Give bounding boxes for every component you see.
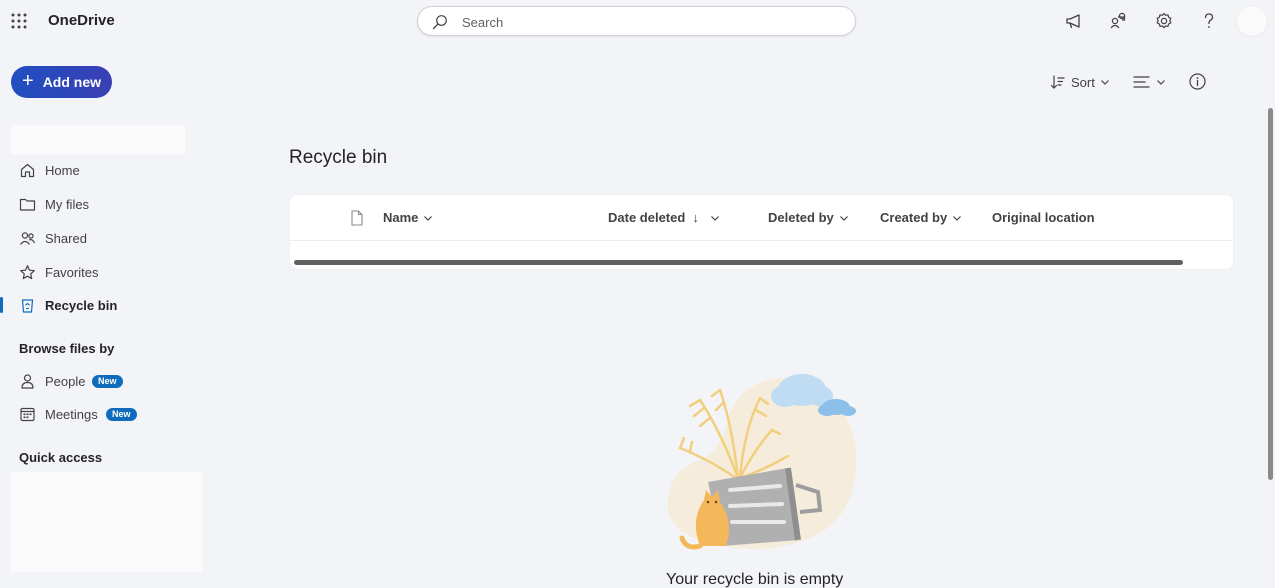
- announcement-megaphone-icon[interactable]: [1063, 10, 1085, 32]
- column-header-original-location[interactable]: Original location: [992, 210, 1095, 225]
- app-launcher-icon[interactable]: [10, 12, 28, 30]
- column-header-name[interactable]: Name: [383, 210, 433, 225]
- person-icon: [21, 374, 34, 389]
- page-title: Recycle bin: [289, 147, 388, 168]
- browse-files-by-heading: Browse files by: [19, 341, 115, 356]
- recycle-bin-icon: [21, 299, 34, 313]
- sidebar-item-recycle-bin[interactable]: Recycle bin: [0, 290, 260, 320]
- people-icon: [20, 232, 36, 245]
- recycle-bin-table: Name Date deleted ↓ Deleted by Created b…: [290, 195, 1233, 269]
- sidebar-item-label: Favorites: [45, 265, 99, 280]
- chevron-down-icon: [424, 215, 433, 221]
- search-input[interactable]: [462, 12, 842, 32]
- folder-icon: [19, 198, 36, 211]
- app-name[interactable]: OneDrive: [48, 12, 115, 29]
- account-avatar[interactable]: [1236, 5, 1268, 37]
- sidebar-item-home[interactable]: Home: [0, 155, 260, 185]
- chevron-down-icon: [839, 215, 848, 221]
- sidebar-item-label: Recycle bin: [45, 298, 118, 313]
- new-badge: New: [92, 375, 123, 388]
- column-header-created-by[interactable]: Created by: [880, 210, 962, 225]
- sidebar-item-people[interactable]: People New: [0, 366, 260, 396]
- chevron-down-icon: [953, 215, 962, 221]
- quick-access-list: [11, 472, 202, 572]
- horizontal-scrollbar[interactable]: [294, 260, 1183, 265]
- sidebar-item-meetings[interactable]: Meetings New: [0, 399, 260, 429]
- add-new-button[interactable]: + Add new: [11, 66, 112, 98]
- info-icon[interactable]: [1188, 72, 1207, 91]
- top-bar: OneDrive: [0, 0, 1275, 42]
- sort-label: Sort: [1071, 74, 1095, 90]
- column-header-deleted-by[interactable]: Deleted by: [768, 210, 849, 225]
- active-indicator: [0, 297, 3, 313]
- account-name-placeholder: [11, 125, 185, 154]
- empty-recycle-bin-illustration: [667, 374, 857, 550]
- file-type-icon: [351, 210, 363, 226]
- home-icon: [20, 163, 35, 178]
- sidebar-item-label: People: [45, 374, 86, 389]
- sort-descending-arrow-icon: ↓: [692, 210, 699, 225]
- table-header-divider: [290, 240, 1233, 241]
- add-new-label: Add new: [42, 74, 102, 90]
- search-box[interactable]: [417, 6, 856, 36]
- chevron-down-icon: [1100, 80, 1109, 85]
- help-question-icon[interactable]: [1198, 10, 1220, 32]
- chevron-down-icon: [1157, 80, 1165, 85]
- sidebar-item-shared[interactable]: Shared: [0, 223, 260, 253]
- sort-button[interactable]: Sort: [1050, 70, 1110, 94]
- share-people-icon[interactable]: [1108, 10, 1130, 32]
- view-options-button[interactable]: [1133, 70, 1166, 94]
- list-view-icon: [1133, 76, 1150, 88]
- sidebar-item-label: Home: [45, 163, 80, 178]
- sidebar-item-label: Meetings: [45, 407, 98, 422]
- column-header-date-deleted[interactable]: Date deleted ↓: [608, 210, 720, 225]
- star-icon: [20, 265, 35, 280]
- plus-icon: +: [22, 70, 34, 92]
- vertical-scrollbar[interactable]: [1268, 108, 1273, 480]
- quick-access-heading: Quick access: [19, 450, 103, 465]
- empty-state-message: Your recycle bin is empty: [666, 571, 844, 588]
- sort-icon: [1050, 75, 1065, 89]
- sidebar-item-my-files[interactable]: My files: [0, 189, 260, 219]
- new-badge: New: [106, 408, 137, 421]
- sidebar-item-favorites[interactable]: Favorites: [0, 257, 260, 287]
- sidebar-item-label: Shared: [45, 231, 87, 246]
- search-icon: [432, 15, 447, 30]
- chevron-down-icon: [710, 215, 719, 221]
- calendar-icon: [20, 407, 35, 422]
- sidebar-item-label: My files: [45, 197, 90, 212]
- settings-gear-icon[interactable]: [1153, 10, 1175, 32]
